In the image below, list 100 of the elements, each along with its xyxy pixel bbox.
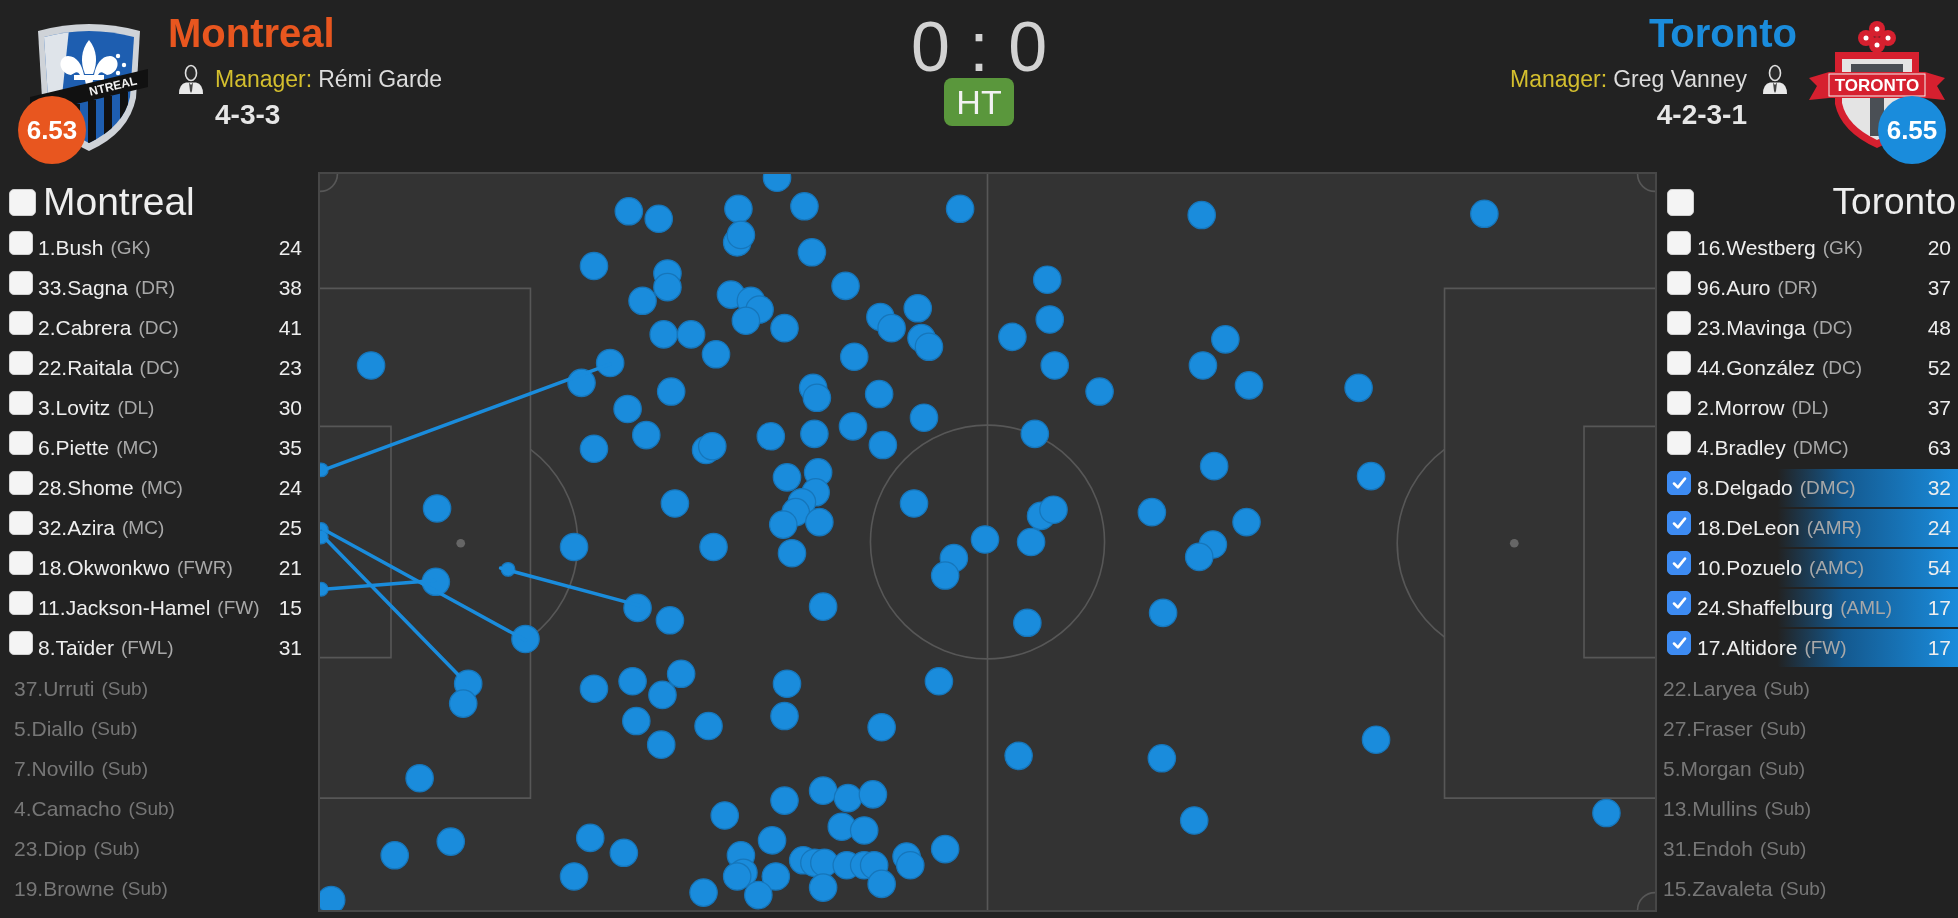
- substitute-name: 23.Diop: [14, 837, 87, 861]
- player-stat: 21: [277, 556, 302, 580]
- player-checkbox[interactable]: [9, 311, 33, 335]
- substitute-name: 5.Morgan: [1663, 757, 1752, 781]
- player-position: (AMR): [1806, 517, 1862, 539]
- player-checkbox[interactable]: [1667, 351, 1691, 375]
- player-position: (DMC): [1792, 437, 1849, 459]
- player-stat: 20: [1926, 236, 1951, 260]
- player-checkbox[interactable]: [9, 431, 33, 455]
- substitute-position: (Sub): [1779, 878, 1827, 900]
- player-name: 1.Bush: [38, 236, 104, 260]
- team-checkbox[interactable]: [1667, 188, 1694, 216]
- player-checkbox[interactable]: [9, 591, 33, 615]
- team-list-title: Montreal: [43, 179, 195, 225]
- team-list-title: Toronto: [1832, 180, 1957, 224]
- substitute-name: 27.Fraser: [1663, 717, 1753, 741]
- player-checkbox[interactable]: [1667, 631, 1691, 655]
- person-icon: [178, 64, 204, 94]
- player-position: (AML): [1840, 597, 1892, 619]
- substitute-position: (Sub): [1763, 678, 1810, 700]
- substitute-name: 22.Laryea: [1663, 677, 1757, 701]
- manager-name: Rémi Garde: [318, 66, 443, 92]
- substitute-name: 15.Zavaleta: [1663, 877, 1773, 901]
- team-name: Montreal: [168, 13, 335, 53]
- substitute-name: 31.Endoh: [1663, 837, 1753, 861]
- player-position: (DL): [117, 397, 155, 419]
- checkmark-icon: [1671, 637, 1687, 649]
- player-position: (DMC): [1799, 477, 1856, 499]
- player-checkbox[interactable]: [1667, 271, 1691, 295]
- substitute-position: (Sub): [91, 718, 138, 740]
- player-position: (FW): [217, 597, 260, 619]
- player-checkbox[interactable]: [9, 511, 33, 535]
- player-checkbox[interactable]: [1667, 391, 1691, 415]
- player-stat: 24: [1926, 516, 1951, 540]
- match-status-badge: HT: [944, 78, 1014, 126]
- substitute-name: 7.Novillo: [14, 757, 95, 781]
- player-checkbox[interactable]: [9, 231, 33, 255]
- player-name: 10.Pozuelo: [1697, 556, 1803, 580]
- player-name: 4.Bradley: [1697, 436, 1786, 460]
- player-checkbox[interactable]: [9, 391, 33, 415]
- player-stat: 54: [1926, 556, 1951, 580]
- substitute-name: 13.Mullins: [1663, 797, 1758, 821]
- player-name: 33.Sagna: [38, 276, 128, 300]
- player-name: 2.Cabrera: [38, 316, 132, 340]
- player-name: 3.Lovitz: [38, 396, 111, 420]
- player-position: (DL): [1791, 397, 1829, 419]
- team-name: Toronto: [1648, 13, 1797, 53]
- substitute-position: (Sub): [1758, 758, 1806, 780]
- substitute-position: (Sub): [101, 758, 148, 780]
- player-checkbox[interactable]: [1667, 591, 1691, 615]
- team-checkbox[interactable]: [9, 188, 36, 216]
- player-checkbox[interactable]: [9, 271, 33, 295]
- player-checkbox[interactable]: [9, 471, 33, 495]
- person-icon: [1762, 64, 1788, 94]
- player-checkbox[interactable]: [9, 551, 33, 575]
- formation: 4-2-3-1: [1656, 101, 1747, 129]
- player-name: 32.Azira: [38, 516, 116, 540]
- crest-text: TORONTO: [1834, 76, 1920, 95]
- player-name: 2.Morrow: [1697, 396, 1785, 420]
- player-name: 11.Jackson-Hamel: [38, 596, 211, 620]
- player-checkbox[interactable]: [1667, 231, 1691, 255]
- player-stat: 52: [1926, 356, 1951, 380]
- checkmark-icon: [1671, 517, 1687, 529]
- player-position: (DR): [134, 277, 176, 299]
- substitute-position: (Sub): [101, 678, 148, 700]
- player-checkbox[interactable]: [1667, 431, 1691, 455]
- team-rating-badge: 6.53: [18, 96, 86, 164]
- player-stat: 24: [277, 236, 302, 260]
- player-stat: 25: [277, 516, 302, 540]
- team-rating-badge: 6.55: [1878, 96, 1946, 164]
- player-stat: 35: [277, 436, 302, 460]
- substitute-position: (Sub): [1759, 838, 1807, 860]
- crest-text: NTREAL: [87, 73, 139, 99]
- formation: 4-3-3: [215, 101, 281, 129]
- player-position: (FWL): [120, 637, 174, 659]
- player-position: (DC): [138, 317, 179, 339]
- manager-label: Manager:: [215, 66, 313, 92]
- player-checkbox[interactable]: [1667, 311, 1691, 335]
- player-checkbox[interactable]: [9, 631, 33, 655]
- player-name: 24.Shaffelburg: [1697, 596, 1834, 620]
- player-stat: 17: [1926, 636, 1951, 660]
- checkmark-icon: [1671, 597, 1687, 609]
- player-checkbox[interactable]: [9, 351, 33, 375]
- player-stat: 23: [277, 356, 302, 380]
- player-stat: 15: [277, 596, 302, 620]
- player-stat: 37: [1926, 276, 1951, 300]
- player-checkbox[interactable]: [1667, 551, 1691, 575]
- player-name: 22.Raitala: [38, 356, 133, 380]
- substitute-position: (Sub): [93, 838, 140, 860]
- checkmark-icon: [1671, 557, 1687, 569]
- player-stat: 32: [1926, 476, 1951, 500]
- substitute-position: (Sub): [1759, 718, 1807, 740]
- match-score: 0 : 0: [910, 16, 1048, 78]
- player-name: 8.Delgado: [1697, 476, 1793, 500]
- player-stat: 30: [277, 396, 302, 420]
- substitute-position: (Sub): [128, 798, 175, 820]
- manager-name: Greg Vanney: [1613, 66, 1747, 92]
- player-checkbox[interactable]: [1667, 471, 1691, 495]
- player-name: 18.DeLeon: [1697, 516, 1800, 540]
- player-checkbox[interactable]: [1667, 511, 1691, 535]
